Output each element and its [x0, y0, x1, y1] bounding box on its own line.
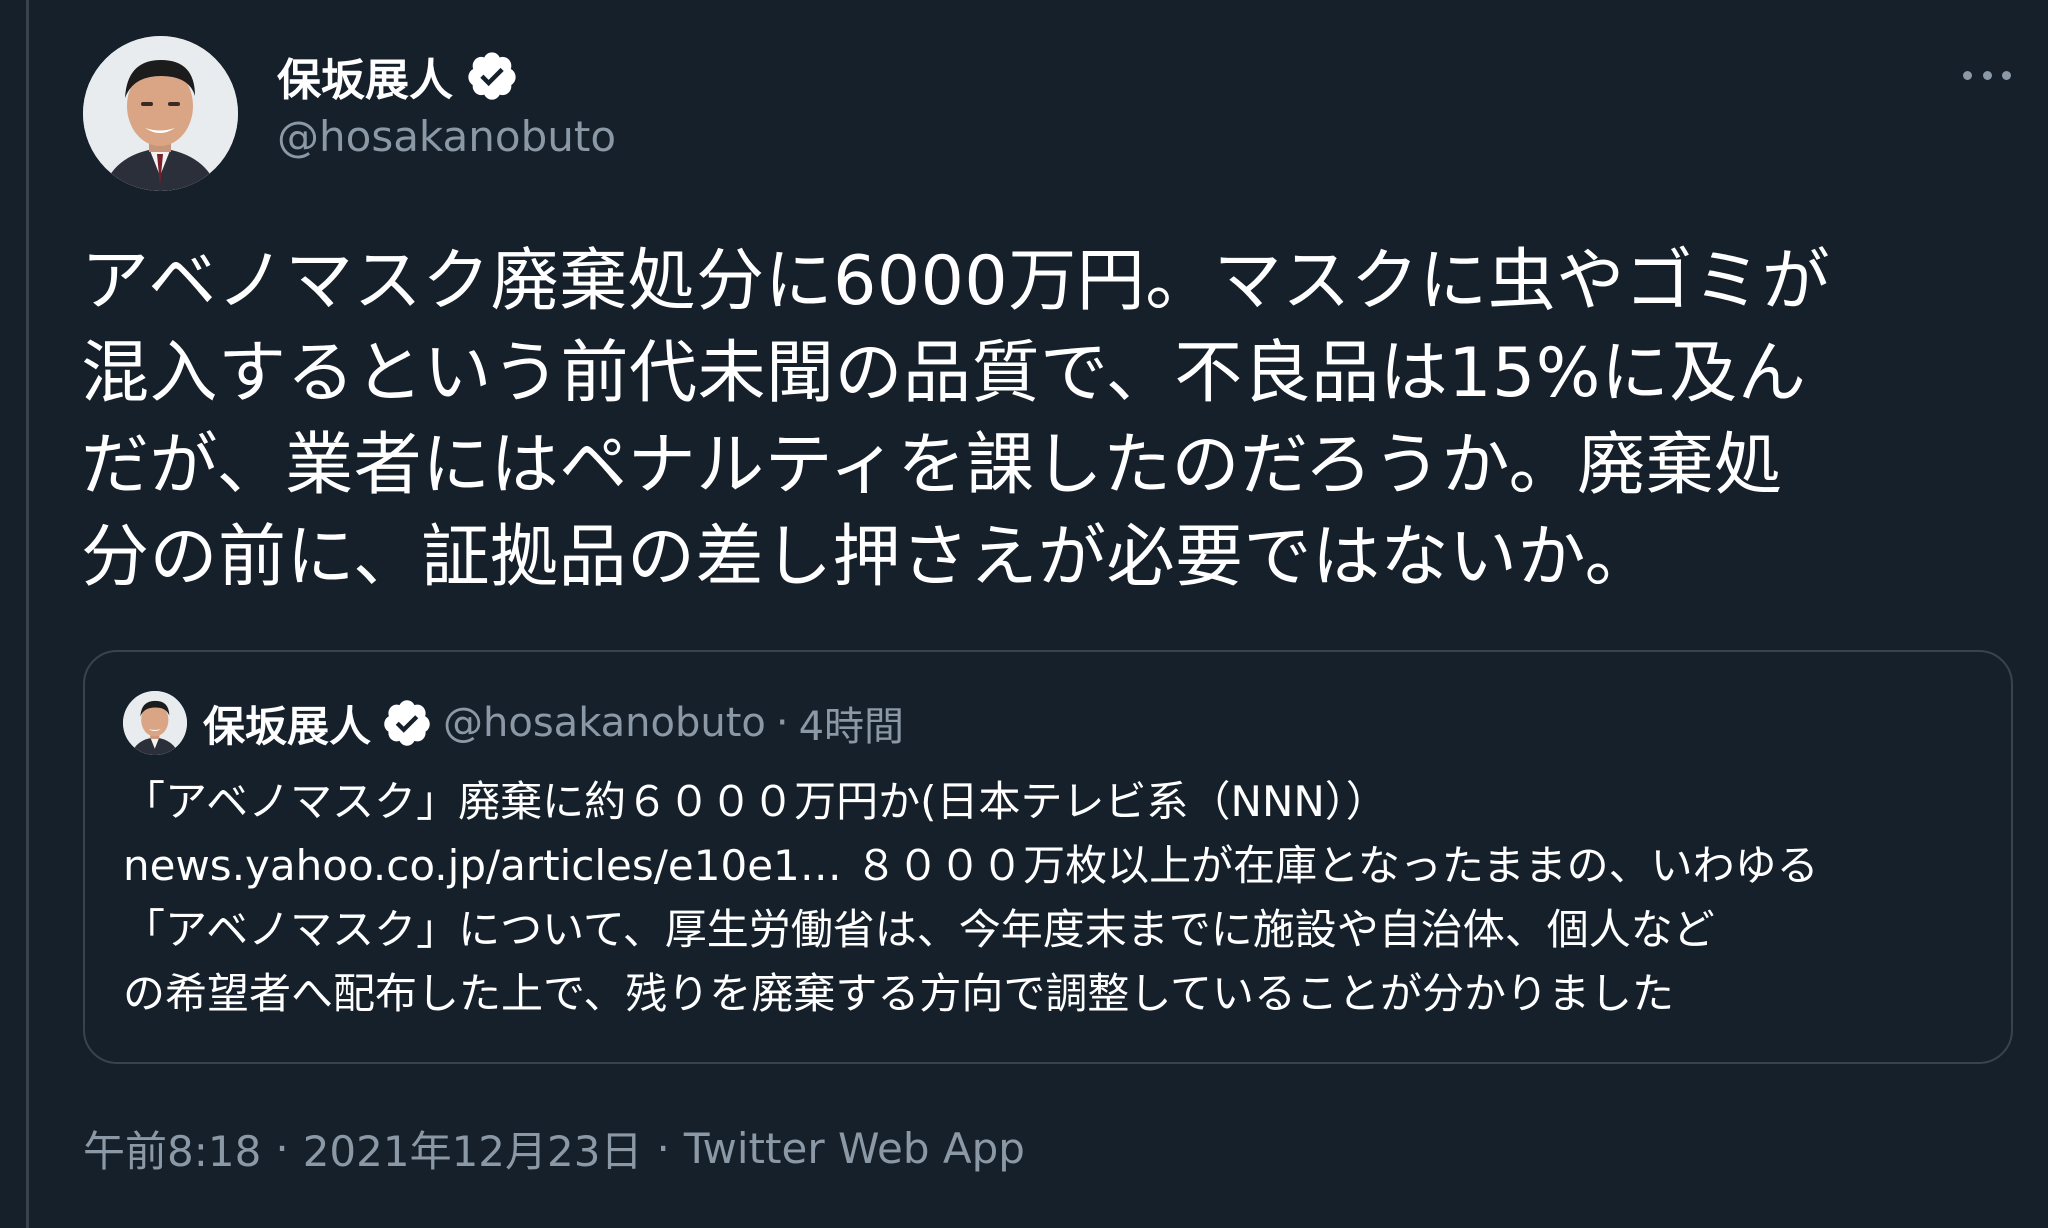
verified-badge-icon	[468, 52, 516, 100]
author-avatar[interactable]	[83, 36, 238, 191]
quoted-author-display-name: 保坂展人	[203, 701, 372, 751]
quoted-separator: ·	[775, 700, 789, 746]
author-name-row[interactable]: 保坂展人	[277, 46, 519, 106]
meta-separator: ·	[275, 1123, 289, 1173]
tweet-source[interactable]: Twitter Web App	[684, 1124, 1025, 1173]
quoted-author-handle: @hosakanobuto	[443, 700, 766, 746]
quoted-author-portrait-image	[123, 691, 187, 755]
quoted-author-avatar	[123, 691, 187, 755]
more-horizontal-icon[interactable]	[1957, 60, 2017, 90]
quoted-text-line: news.yahoo.co.jp/articles/e10e1… ８０００万枚以…	[123, 841, 1819, 890]
quoted-text-line: 「アベノマスク」廃棄に約６０００万円か(日本テレビ系（NNN））	[123, 777, 1388, 826]
author-handle[interactable]: @hosakanobuto	[277, 112, 616, 161]
more-dot	[1982, 70, 1992, 80]
tweet-text-line: 分の前に、証拠品の差し押さえが必要ではないか。	[81, 518, 1654, 597]
author-portrait-image	[83, 36, 238, 191]
tweet-text-line: だが、業者にはペナルティを課したのだろうか。廃棄処	[81, 426, 1783, 505]
quoted-tweet-header: 保坂展人 @hosakanobuto · 4時間	[123, 690, 904, 756]
tweet-text: アベノマスク廃棄処分に6000万円。マスクに虫やゴミが 混入するという前代未聞の…	[81, 236, 2021, 604]
tweet-detail: 保坂展人 @hosakanobuto アベノマスク廃棄処分に6000万円。マスク…	[29, 0, 2048, 1228]
tweet-date[interactable]: 2021年12月23日	[303, 1118, 643, 1179]
tweet-text-line: 混入するという前代未聞の品質で、不良品は15%に及ん	[81, 334, 1807, 413]
verified-badge-icon	[384, 700, 430, 746]
more-dot	[1963, 70, 1972, 80]
author-display-name[interactable]: 保坂展人	[277, 44, 453, 108]
quoted-text-line: 「アベノマスク」について、厚生労働省は、今年度末までに施設や自治体、個人など	[123, 905, 1715, 954]
meta-separator: ·	[656, 1123, 670, 1173]
more-dot	[2002, 70, 2011, 80]
tweet-text-line: アベノマスク廃棄処分に6000万円。マスクに虫やゴミが	[81, 242, 1831, 321]
timeline-left-border	[0, 0, 29, 1228]
quoted-tweet-card[interactable]: 保坂展人 @hosakanobuto · 4時間 「アベノマスク」廃棄に約６００…	[83, 650, 2013, 1064]
tweet-time[interactable]: 午前8:18	[83, 1118, 261, 1179]
quoted-text-line: の希望者へ配布した上で、残りを廃棄する方向で調整していることが分かりました	[123, 969, 1675, 1018]
quoted-tweet-text: 「アベノマスク」廃棄に約６０００万円か(日本テレビ系（NNN）） news.ya…	[123, 770, 1983, 1026]
tweet-metadata: 午前8:18 · 2021年12月23日 · Twitter Web App	[83, 1118, 1025, 1178]
quoted-tweet-time: 4時間	[798, 704, 905, 750]
